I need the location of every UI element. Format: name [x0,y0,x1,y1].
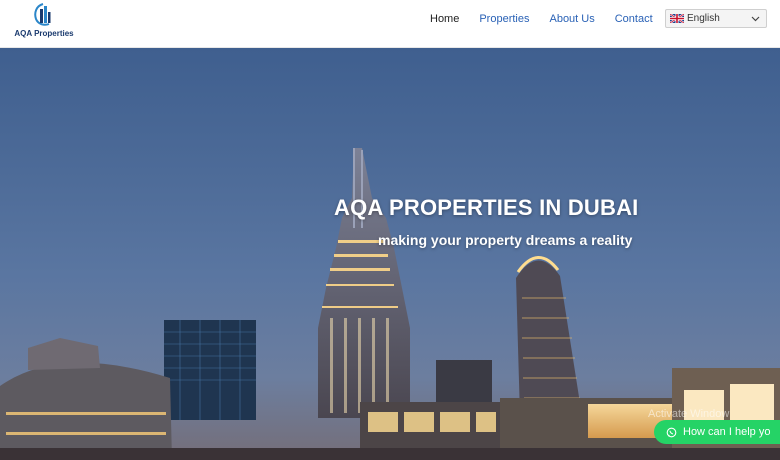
whatsapp-chat-button[interactable]: How can I help yo [654,420,780,444]
hero-title: AQA PROPERTIES IN DUBAI [334,195,639,220]
nav-home[interactable]: Home [420,12,469,26]
uk-flag-icon [670,14,684,23]
logo-text: AQA Properties [14,29,74,38]
language-label: English [687,13,720,24]
whatsapp-icon [666,427,677,437]
hero-subtitle: making your property dreams a reality [378,232,633,248]
chevron-down-icon [751,16,760,22]
dubai-skyline-image [0,148,780,460]
main-nav: Home Properties About Us Contact [420,12,663,26]
whatsapp-label: How can I help yo [683,426,771,438]
logo[interactable]: AQA Properties [12,3,76,43]
os-activation-watermark: Activate Window [648,408,730,420]
logo-building-icon [34,3,51,26]
language-select[interactable]: English [665,9,767,28]
nav-contact[interactable]: Contact [605,12,663,26]
site-header: AQA Properties Home Properties About Us … [0,0,780,48]
nav-about-us[interactable]: About Us [539,12,604,26]
nav-properties[interactable]: Properties [469,12,539,26]
hero-section: AQA PROPERTIES IN DUBAI making your prop… [0,48,780,460]
